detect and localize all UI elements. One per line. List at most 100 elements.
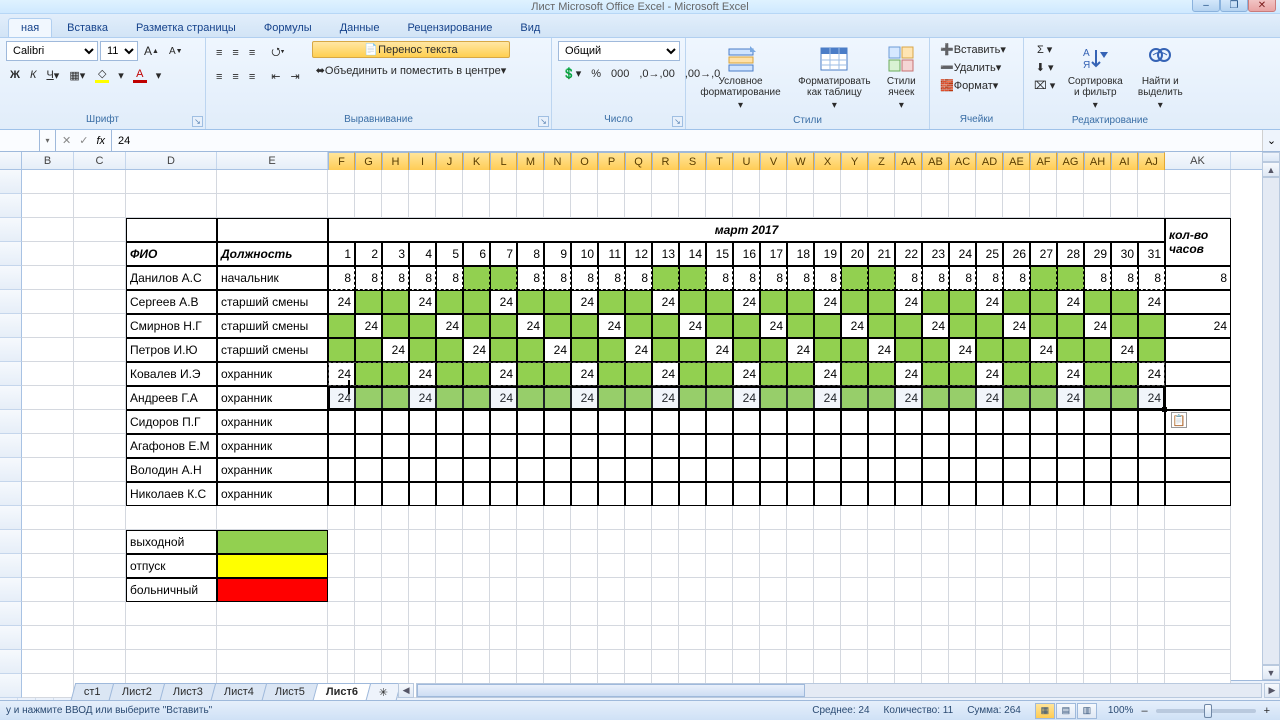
cell[interactable] — [409, 578, 436, 602]
col-header[interactable]: C — [74, 152, 126, 169]
cell[interactable] — [1057, 194, 1084, 218]
day-cell[interactable] — [949, 362, 976, 386]
cell[interactable] — [1003, 506, 1030, 530]
cell[interactable] — [217, 506, 328, 530]
day-cell[interactable]: 24 — [1057, 290, 1084, 314]
cell[interactable] — [22, 314, 74, 338]
cell[interactable] — [355, 650, 382, 674]
cell[interactable] — [1084, 602, 1111, 626]
day-cell[interactable] — [1111, 482, 1138, 506]
day-cell[interactable]: 8 — [895, 266, 922, 290]
person-job[interactable]: охранник — [217, 434, 328, 458]
day-cell[interactable] — [463, 410, 490, 434]
day-cell[interactable]: 8 — [598, 266, 625, 290]
day-cell[interactable] — [1057, 314, 1084, 338]
cell[interactable] — [1030, 602, 1057, 626]
row-header[interactable] — [0, 434, 22, 458]
day-cell[interactable] — [760, 434, 787, 458]
person-name[interactable]: Данилов А.С — [126, 266, 217, 290]
day-cell[interactable]: 24 — [760, 314, 787, 338]
day-cell[interactable] — [490, 410, 517, 434]
day-cell[interactable] — [1111, 410, 1138, 434]
indent-inc-icon[interactable]: ⇥ — [286, 68, 303, 85]
ribbon-tab[interactable]: Формулы — [251, 18, 325, 37]
cell[interactable] — [490, 194, 517, 218]
day-cell[interactable] — [1030, 314, 1057, 338]
day-cell[interactable]: 8 — [1003, 266, 1030, 290]
day-cell[interactable] — [1030, 482, 1057, 506]
cell[interactable] — [328, 170, 355, 194]
row-header[interactable] — [0, 410, 22, 434]
row-header[interactable] — [0, 218, 22, 242]
cell[interactable] — [733, 650, 760, 674]
cell[interactable] — [126, 194, 217, 218]
person-job[interactable]: охранник — [217, 458, 328, 482]
cell[interactable] — [868, 506, 895, 530]
day-cell[interactable] — [679, 482, 706, 506]
cell[interactable] — [74, 650, 126, 674]
day-cell[interactable] — [922, 482, 949, 506]
cell[interactable] — [22, 218, 74, 242]
day-cell[interactable] — [760, 290, 787, 314]
cell[interactable] — [74, 554, 126, 578]
day-cell[interactable] — [706, 434, 733, 458]
col-header[interactable]: V — [760, 152, 787, 172]
formula-input[interactable]: 24 — [112, 130, 1262, 151]
cell[interactable] — [841, 170, 868, 194]
cell[interactable] — [598, 578, 625, 602]
day-cell[interactable] — [679, 386, 706, 410]
col-header[interactable]: E — [217, 152, 328, 169]
wrap-text-button[interactable]: 📄 Перенос текста — [312, 41, 511, 58]
find-select-button[interactable]: Найти и выделить ▾ — [1131, 41, 1189, 114]
cell[interactable] — [868, 194, 895, 218]
cell[interactable] — [814, 602, 841, 626]
day-cell[interactable] — [1003, 482, 1030, 506]
person-job[interactable]: охранник — [217, 362, 328, 386]
day-cell[interactable]: 8 — [571, 266, 598, 290]
cell[interactable] — [436, 506, 463, 530]
day-cell[interactable] — [706, 410, 733, 434]
day-cell[interactable] — [706, 290, 733, 314]
cell[interactable] — [976, 194, 1003, 218]
cell[interactable] — [679, 650, 706, 674]
col-header[interactable]: H — [382, 152, 409, 172]
day-cell[interactable]: 8 — [328, 266, 355, 290]
cell[interactable] — [895, 626, 922, 650]
cell[interactable] — [868, 554, 895, 578]
day-cell[interactable] — [1111, 386, 1138, 410]
cell[interactable] — [328, 650, 355, 674]
fill-handle[interactable] — [1162, 407, 1167, 412]
cell[interactable] — [74, 458, 126, 482]
col-header[interactable]: O — [571, 152, 598, 172]
day-cell[interactable] — [625, 290, 652, 314]
cell[interactable] — [976, 530, 1003, 554]
cell[interactable] — [1165, 626, 1231, 650]
person-name[interactable]: Андреев Г.А — [126, 386, 217, 410]
day-cell[interactable] — [328, 434, 355, 458]
cell[interactable] — [22, 194, 74, 218]
day-cell[interactable] — [733, 338, 760, 362]
day-cell[interactable] — [544, 434, 571, 458]
day-cell[interactable] — [1138, 458, 1165, 482]
cell[interactable] — [598, 170, 625, 194]
cell[interactable] — [1030, 626, 1057, 650]
person-job[interactable]: старший смены — [217, 314, 328, 338]
day-cell[interactable] — [949, 386, 976, 410]
day-cell[interactable] — [382, 386, 409, 410]
day-cell[interactable] — [409, 410, 436, 434]
cell[interactable] — [409, 170, 436, 194]
day-cell[interactable] — [436, 458, 463, 482]
day-cell[interactable]: 24 — [328, 290, 355, 314]
cell[interactable] — [544, 650, 571, 674]
day-cell[interactable] — [463, 386, 490, 410]
day-cell[interactable] — [1003, 410, 1030, 434]
person-name[interactable]: Сергеев А.В — [126, 290, 217, 314]
cell[interactable] — [544, 170, 571, 194]
cell[interactable] — [706, 626, 733, 650]
day-cell[interactable] — [895, 458, 922, 482]
cell[interactable] — [463, 650, 490, 674]
cell[interactable] — [814, 650, 841, 674]
day-cell[interactable] — [1030, 290, 1057, 314]
sheet-tab[interactable]: Лист5 — [261, 683, 318, 700]
day-cell[interactable] — [625, 482, 652, 506]
